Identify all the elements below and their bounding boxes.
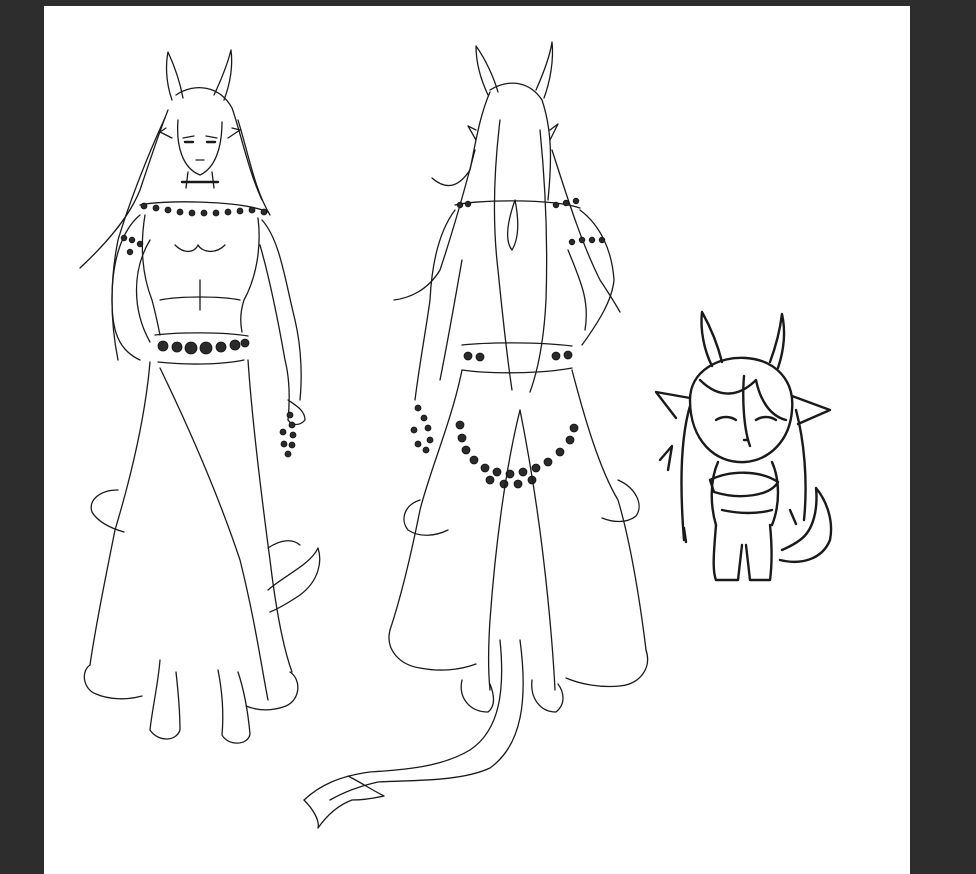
figure-front: [79, 49, 321, 744]
back-hand-beads: [410, 404, 434, 454]
character-sheet-drawing: [79, 41, 833, 829]
belt-beads: [157, 338, 250, 355]
hip-bead-chain: [455, 420, 579, 489]
figure-back: [303, 41, 649, 829]
drawing-paper[interactable]: [44, 6, 910, 874]
collar-beads: [140, 202, 268, 217]
workspace-canvas[interactable]: [0, 0, 976, 874]
figure-chibi: [654, 310, 833, 582]
